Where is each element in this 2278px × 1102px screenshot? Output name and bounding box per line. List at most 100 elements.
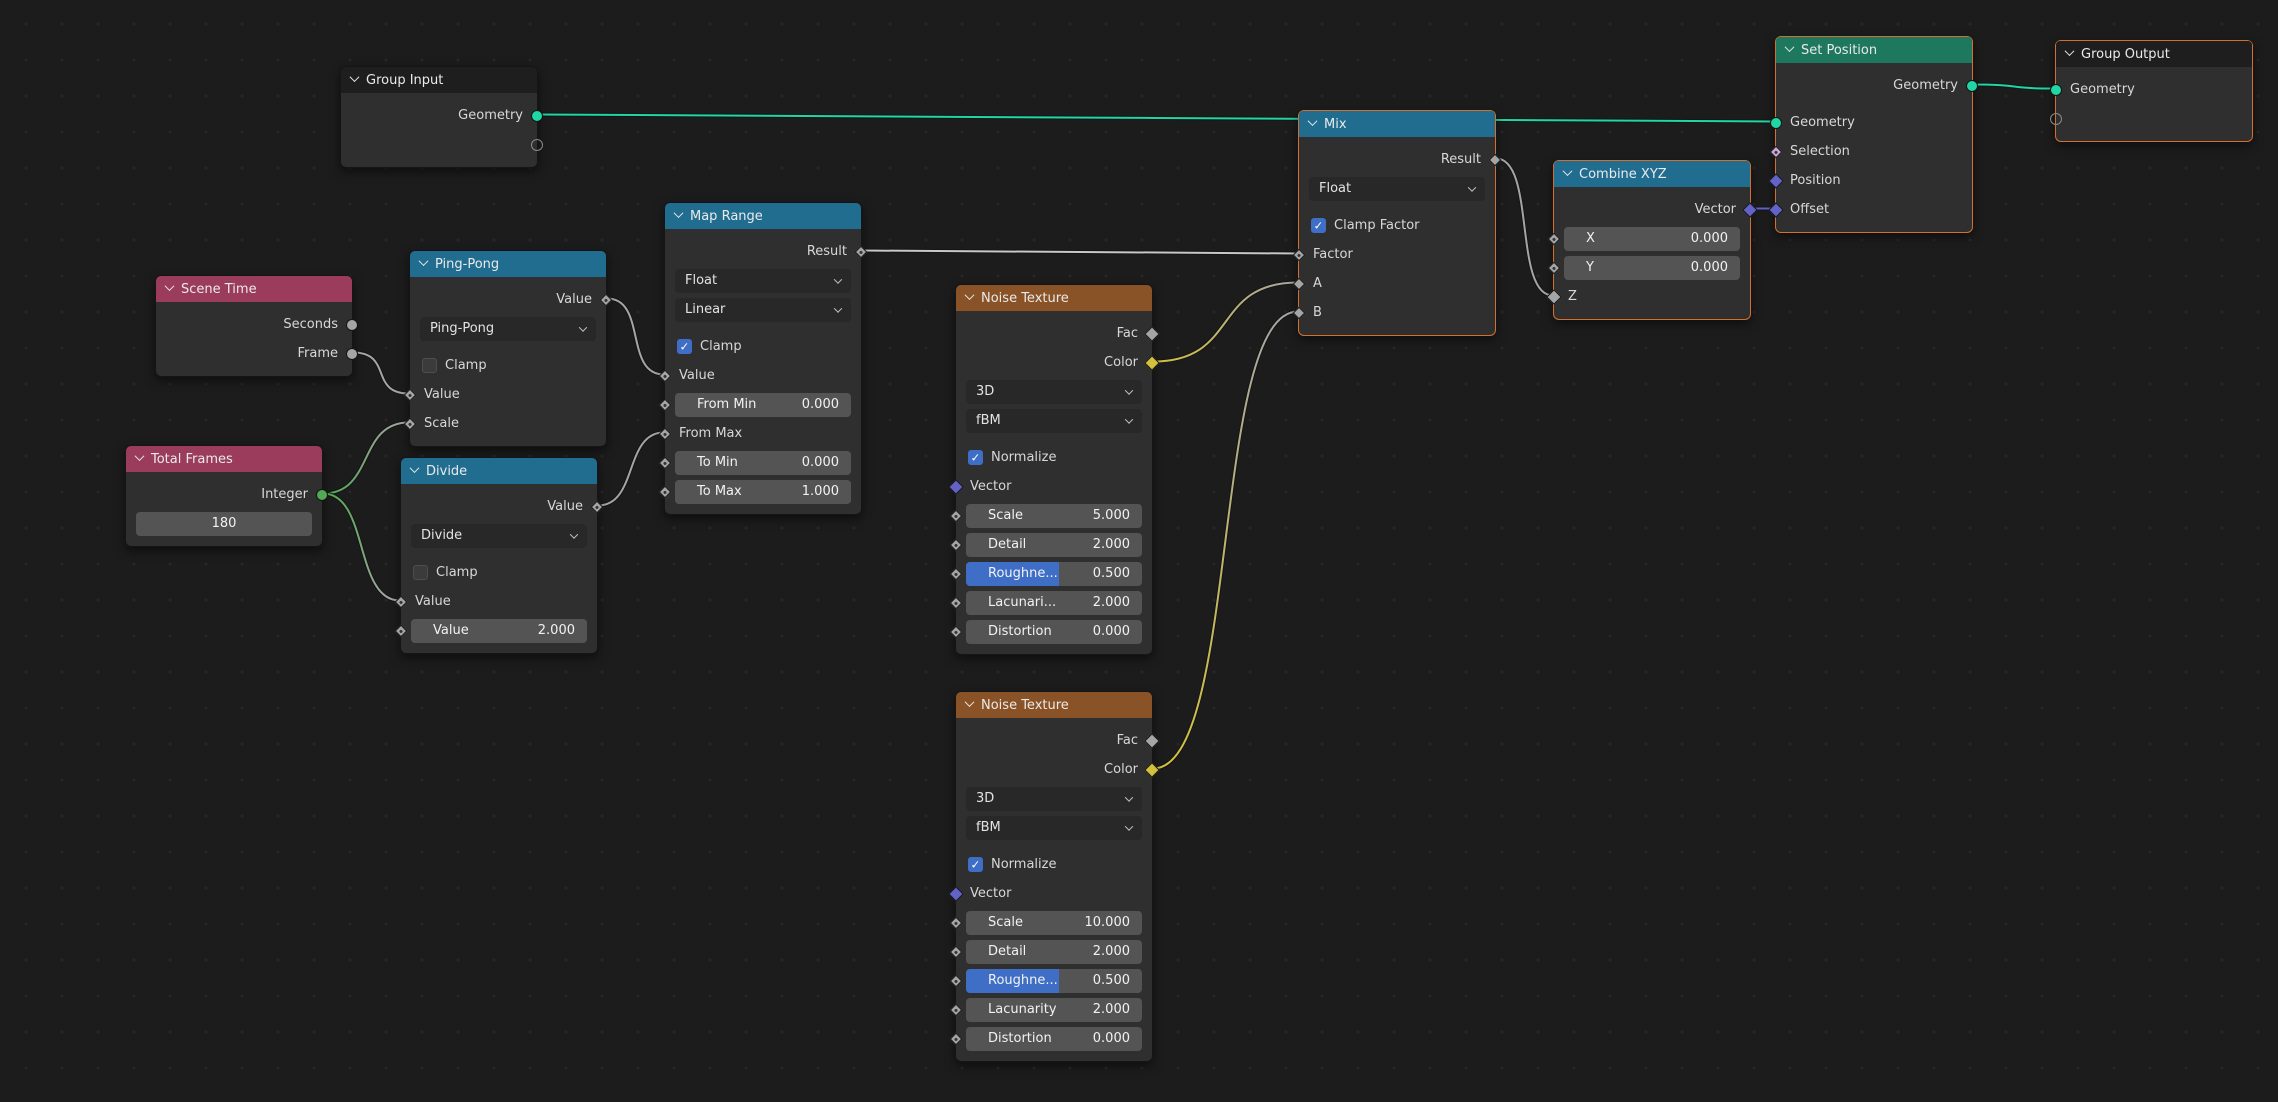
geometry-output-socket[interactable] bbox=[1966, 80, 1978, 92]
node-mix[interactable]: Mix Result Float Clamp Factor Factor A B bbox=[1298, 110, 1496, 336]
collapse-chevron-icon[interactable] bbox=[1785, 42, 1795, 52]
node-link[interactable] bbox=[598, 433, 664, 506]
node-map-range[interactable]: Map Range Result Float Linear Clamp Valu… bbox=[664, 202, 862, 515]
dimensions-dropdown[interactable]: 3D bbox=[966, 787, 1142, 811]
node-link[interactable] bbox=[353, 353, 409, 394]
collapse-chevron-icon[interactable] bbox=[419, 256, 429, 266]
node-header[interactable]: Noise Texture bbox=[956, 692, 1152, 718]
normalize-checkbox[interactable] bbox=[968, 857, 983, 872]
to-min-field[interactable]: To Min0.000 bbox=[675, 451, 851, 475]
node-header[interactable]: Combine XYZ bbox=[1554, 161, 1750, 187]
node-title: Ping-Pong bbox=[435, 257, 499, 272]
collapse-chevron-icon[interactable] bbox=[135, 451, 145, 461]
field-label: Lacunari... bbox=[988, 595, 1056, 610]
integer-value-field[interactable]: 180 bbox=[136, 512, 312, 536]
node-link[interactable] bbox=[323, 494, 400, 601]
field-label: Value bbox=[433, 623, 469, 638]
roughness-slider[interactable]: Roughne...0.500 bbox=[966, 969, 1142, 993]
field-value: 0.000 bbox=[1093, 624, 1130, 639]
node-link[interactable] bbox=[1496, 159, 1553, 296]
node-header[interactable]: Noise Texture bbox=[956, 285, 1152, 311]
node-link[interactable] bbox=[323, 423, 409, 494]
node-header[interactable]: Map Range bbox=[665, 203, 861, 229]
collapse-chevron-icon[interactable] bbox=[410, 463, 420, 473]
noise-type-dropdown[interactable]: fBM bbox=[966, 816, 1142, 840]
field-label: Distortion bbox=[988, 1031, 1052, 1046]
clamp-checkbox[interactable] bbox=[413, 565, 428, 580]
node-header[interactable]: Mix bbox=[1299, 111, 1495, 137]
distortion-field[interactable]: Distortion0.000 bbox=[966, 620, 1142, 644]
scale-field[interactable]: Scale10.000 bbox=[966, 911, 1142, 935]
interpolation-dropdown[interactable]: Linear bbox=[675, 298, 851, 322]
collapse-chevron-icon[interactable] bbox=[350, 72, 360, 82]
node-title: Group Output bbox=[2081, 47, 2170, 62]
collapse-chevron-icon[interactable] bbox=[965, 290, 975, 300]
collapse-chevron-icon[interactable] bbox=[165, 281, 175, 291]
data-type-dropdown[interactable]: Float bbox=[675, 269, 851, 293]
lacunarity-field[interactable]: Lacunarity2.000 bbox=[966, 998, 1142, 1022]
node-header[interactable]: Total Frames bbox=[126, 446, 322, 472]
node-total-frames[interactable]: Total Frames Integer 180 bbox=[125, 445, 323, 547]
node-header[interactable]: Scene Time bbox=[156, 276, 352, 302]
node-link[interactable] bbox=[1153, 312, 1298, 769]
to-max-field[interactable]: To Max1.000 bbox=[675, 480, 851, 504]
clamp-checkbox[interactable] bbox=[677, 339, 692, 354]
frame-output-socket[interactable] bbox=[346, 348, 358, 360]
distortion-field[interactable]: Distortion0.000 bbox=[966, 1027, 1142, 1051]
node-scene-time[interactable]: Scene Time Seconds Frame bbox=[155, 275, 353, 377]
collapse-chevron-icon[interactable] bbox=[674, 208, 684, 218]
collapse-chevron-icon[interactable] bbox=[2065, 46, 2075, 56]
node-combine-xyz[interactable]: Combine XYZ Vector X0.000 Y0.000 Z bbox=[1553, 160, 1751, 320]
node-ping-pong[interactable]: Ping-Pong Value Ping-Pong Clamp Value Sc… bbox=[409, 250, 607, 447]
collapse-chevron-icon[interactable] bbox=[1563, 166, 1573, 176]
seconds-output-socket[interactable] bbox=[346, 319, 358, 331]
scale-field[interactable]: Scale5.000 bbox=[966, 504, 1142, 528]
socket-label: Value bbox=[415, 594, 451, 609]
operation-dropdown[interactable]: Ping-Pong bbox=[420, 317, 596, 341]
node-noise-texture-2[interactable]: Noise Texture Fac Color 3D fBM Normalize… bbox=[955, 691, 1153, 1062]
y-field[interactable]: Y0.000 bbox=[1564, 256, 1740, 280]
operation-dropdown[interactable]: Divide bbox=[411, 524, 587, 548]
geometry-input-socket[interactable] bbox=[2050, 84, 2062, 96]
node-noise-texture-1[interactable]: Noise Texture Fac Color 3D fBM Normalize… bbox=[955, 284, 1153, 655]
collapse-chevron-icon[interactable] bbox=[965, 697, 975, 707]
virtual-input-socket[interactable] bbox=[2050, 113, 2062, 125]
integer-output-socket[interactable] bbox=[316, 489, 328, 501]
clamp-checkbox[interactable] bbox=[422, 358, 437, 373]
dimensions-dropdown[interactable]: 3D bbox=[966, 380, 1142, 404]
node-header[interactable]: Set Position bbox=[1776, 37, 1972, 63]
from-min-field[interactable]: From Min0.000 bbox=[675, 393, 851, 417]
data-type-dropdown[interactable]: Float bbox=[1309, 177, 1485, 201]
node-header[interactable]: Group Input bbox=[341, 67, 537, 93]
field-value: 0.500 bbox=[1093, 973, 1130, 988]
node-link[interactable] bbox=[538, 115, 1775, 122]
x-field[interactable]: X0.000 bbox=[1564, 227, 1740, 251]
geometry-output-socket[interactable] bbox=[531, 110, 543, 122]
node-header[interactable]: Ping-Pong bbox=[410, 251, 606, 277]
dropdown-chevron-icon bbox=[834, 304, 842, 312]
value-number-field[interactable]: Value2.000 bbox=[411, 619, 587, 643]
node-editor-canvas[interactable]: Group Input Geometry Scene Time Seconds … bbox=[0, 0, 2278, 1102]
geometry-input-socket[interactable] bbox=[1770, 117, 1782, 129]
detail-field[interactable]: Detail2.000 bbox=[966, 533, 1142, 557]
node-set-position[interactable]: Set Position Geometry Geometry Selection… bbox=[1775, 36, 1973, 233]
roughness-slider[interactable]: Roughne...0.500 bbox=[966, 562, 1142, 586]
clamp-label: Clamp bbox=[436, 565, 478, 580]
normalize-checkbox[interactable] bbox=[968, 450, 983, 465]
node-header[interactable]: Divide bbox=[401, 458, 597, 484]
collapse-chevron-icon[interactable] bbox=[1308, 116, 1318, 126]
node-group-input[interactable]: Group Input Geometry bbox=[340, 66, 538, 168]
node-group-output[interactable]: Group Output Geometry bbox=[2055, 40, 2253, 142]
field-value: 10.000 bbox=[1085, 915, 1131, 930]
noise-type-dropdown[interactable]: fBM bbox=[966, 409, 1142, 433]
lacunarity-field[interactable]: Lacunari...2.000 bbox=[966, 591, 1142, 615]
node-divide[interactable]: Divide Value Divide Clamp Value Value2.0… bbox=[400, 457, 598, 654]
node-title: Noise Texture bbox=[981, 698, 1069, 713]
data-type-value: Float bbox=[685, 273, 717, 288]
node-header[interactable]: Group Output bbox=[2056, 41, 2252, 67]
detail-field[interactable]: Detail2.000 bbox=[966, 940, 1142, 964]
virtual-output-socket[interactable] bbox=[531, 139, 543, 151]
clamp-factor-checkbox[interactable] bbox=[1311, 218, 1326, 233]
node-link[interactable] bbox=[607, 299, 664, 375]
field-value: 2.000 bbox=[1093, 537, 1130, 552]
